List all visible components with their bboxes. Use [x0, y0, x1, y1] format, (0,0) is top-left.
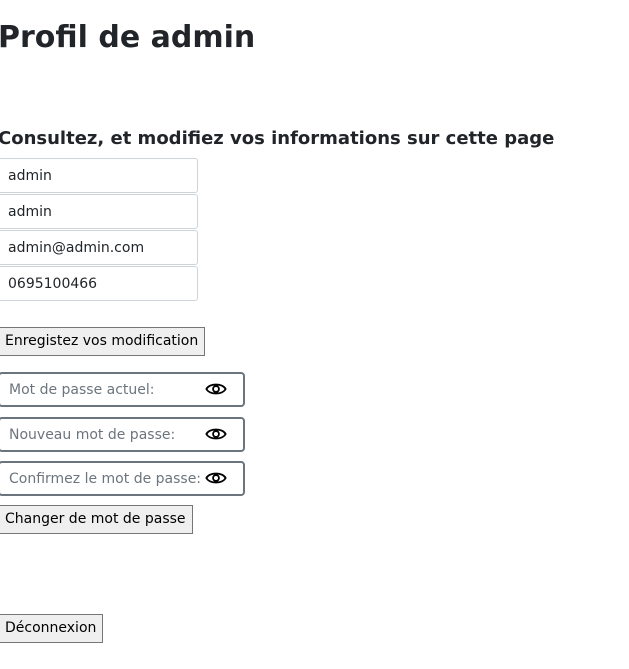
email-field[interactable]: [0, 230, 198, 265]
profile-page: Profil de admin Consultez, et modifiez v…: [0, 0, 627, 669]
page-title: Profil de admin: [0, 20, 256, 55]
save-profile-button[interactable]: Enregistez vos modification: [0, 327, 206, 356]
page-subtitle: Consultez, et modifiez vos informations …: [0, 128, 555, 149]
change-password-button[interactable]: Changer de mot de passe: [0, 505, 193, 534]
new-password-input[interactable]: [0, 419, 205, 450]
logout-button[interactable]: Déconnexion: [0, 614, 104, 643]
first-name-field[interactable]: [0, 158, 198, 193]
new-password-group: [0, 417, 245, 452]
confirm-password-input[interactable]: [0, 463, 205, 494]
confirm-password-group: [0, 461, 245, 496]
eye-icon[interactable]: [205, 425, 227, 443]
eye-icon[interactable]: [205, 380, 227, 398]
current-password-group: [0, 372, 245, 407]
eye-icon[interactable]: [205, 469, 227, 487]
phone-field[interactable]: [0, 266, 198, 301]
last-name-field[interactable]: [0, 194, 198, 229]
current-password-input[interactable]: [0, 374, 205, 405]
